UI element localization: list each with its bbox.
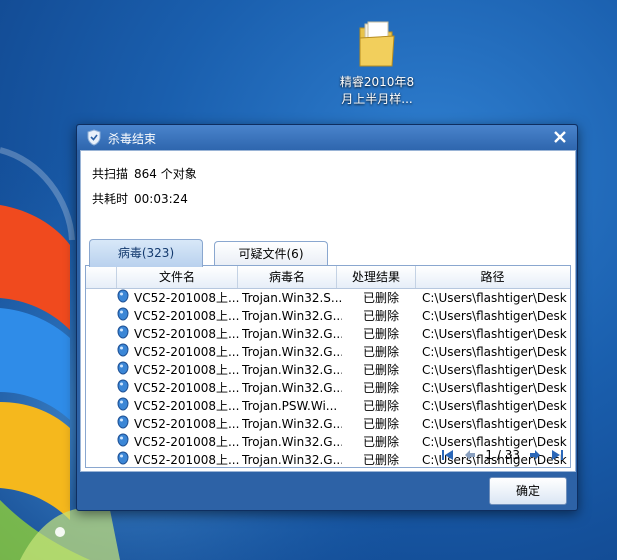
cell-virus-name: Trojan.Win32.G... xyxy=(242,309,342,323)
virus-file-icon xyxy=(117,289,131,307)
cell-result: 已删除 xyxy=(362,453,399,467)
cell-path: C:\Users\flashtiger\Desk... xyxy=(422,345,568,359)
desktop-folder[interactable]: 精睿2010年8 月上半月样... xyxy=(332,20,422,108)
time-value: 00:03:24 xyxy=(134,192,188,206)
cell-file-name: VC52-201008上... xyxy=(134,291,239,305)
header-file-name[interactable]: 文件名 xyxy=(117,266,238,288)
folder-label-line2: 月上半月样... xyxy=(341,92,413,106)
cell-result: 已删除 xyxy=(362,309,399,323)
pager: 1 / 33 xyxy=(441,446,564,464)
virus-file-icon xyxy=(117,361,131,379)
cell-path: C:\Users\flashtiger\Desk... xyxy=(422,309,568,323)
virus-file-icon xyxy=(117,325,131,343)
cell-file-name: VC52-201008上... xyxy=(134,399,239,413)
table-row[interactable]: VC52-201008上... Trojan.Win32.G... 已删除 C:\Us… xyxy=(86,379,570,397)
cell-file-name: VC52-201008上... xyxy=(134,453,239,467)
next-page-icon[interactable] xyxy=(528,449,542,461)
cell-virus-name: Trojan.Win32.G... xyxy=(242,381,342,395)
dialog-content: 共扫描 864 个对象 共耗时 00:03:24 病毒(323) 可疑文件(6) 文… xyxy=(80,150,576,472)
header-result[interactable]: 处理结果 xyxy=(337,266,416,288)
table-row[interactable]: VC52-201008上... Trojan.Win32.S... 已删除 C:\Us… xyxy=(86,289,570,307)
cell-virus-name: Trojan.Win32.G... xyxy=(242,453,342,467)
scan-label: 共扫描 xyxy=(92,167,129,181)
cell-virus-name: Trojan.Win32.G... xyxy=(242,417,342,431)
cell-path: C:\Users\flashtiger\Desk... xyxy=(422,399,568,413)
header-spacer xyxy=(86,266,117,288)
close-icon[interactable] xyxy=(551,128,569,146)
virus-file-icon xyxy=(117,415,131,433)
tab-suspicious[interactable]: 可疑文件(6) xyxy=(214,241,328,266)
shield-icon xyxy=(87,129,101,146)
results-panel: 文件名 病毒名 处理结果 路径 VC52-201008上... Trojan.Wi… xyxy=(85,265,571,468)
virus-file-icon xyxy=(117,451,131,469)
header-virus-name[interactable]: 病毒名 xyxy=(238,266,337,288)
tab-virus[interactable]: 病毒(323) xyxy=(89,239,203,267)
cell-result: 已删除 xyxy=(362,399,399,413)
cell-virus-name: Trojan.PSW.Wi... xyxy=(242,399,338,413)
cell-result: 已删除 xyxy=(362,345,399,359)
cell-result: 已删除 xyxy=(362,435,399,449)
cell-file-name: VC52-201008上... xyxy=(134,363,239,377)
prev-page-icon[interactable] xyxy=(463,449,477,461)
header-path[interactable]: 路径 xyxy=(416,266,569,288)
cell-virus-name: Trojan.Win32.G... xyxy=(242,345,342,359)
cell-file-name: VC52-201008上... xyxy=(134,417,239,431)
cell-result: 已删除 xyxy=(362,381,399,395)
results-header: 文件名 病毒名 处理结果 路径 xyxy=(86,266,570,289)
scan-count-line: 共扫描 864 个对象 xyxy=(92,165,197,182)
scan-time-line: 共耗时 00:03:24 xyxy=(92,190,188,207)
cell-result: 已删除 xyxy=(362,327,399,341)
table-row[interactable]: VC52-201008上... Trojan.Win32.G... 已删除 C:\Us… xyxy=(86,415,570,433)
time-label: 共耗时 xyxy=(92,192,129,206)
cell-path: C:\Users\flashtiger\Desk... xyxy=(422,381,568,395)
dialog-title: 杀毒结束 xyxy=(108,132,157,146)
table-row[interactable]: VC52-201008上... Trojan.PSW.Wi... 已删除 C:\Use… xyxy=(86,397,570,415)
virus-file-icon xyxy=(117,307,131,325)
page-indicator: 1 / 33 xyxy=(485,448,520,462)
cell-file-name: VC52-201008上... xyxy=(134,327,239,341)
cell-virus-name: Trojan.Win32.S... xyxy=(242,291,342,305)
table-row[interactable]: VC52-201008上... Trojan.Win32.G... 已删除 C:\Us… xyxy=(86,343,570,361)
first-page-icon[interactable] xyxy=(441,449,455,461)
virus-file-icon xyxy=(117,433,131,451)
virus-file-icon xyxy=(117,343,131,361)
ok-button[interactable]: 确定 xyxy=(489,477,567,505)
cell-file-name: VC52-201008上... xyxy=(134,435,239,449)
cell-result: 已删除 xyxy=(362,417,399,431)
cell-path: C:\Users\flashtiger\Desk... xyxy=(422,291,568,305)
cell-file-name: VC52-201008上... xyxy=(134,345,239,359)
scan-value: 864 个对象 xyxy=(134,167,197,181)
cell-virus-name: Trojan.Win32.G... xyxy=(242,327,342,341)
virus-file-icon xyxy=(117,379,131,397)
table-row[interactable]: VC52-201008上... Trojan.Win32.G... 已删除 C:\Us… xyxy=(86,325,570,343)
cell-result: 已删除 xyxy=(362,363,399,377)
cell-file-name: VC52-201008上... xyxy=(134,309,239,323)
cell-virus-name: Trojan.Win32.G... xyxy=(242,363,342,377)
cell-result: 已删除 xyxy=(362,291,399,305)
cell-path: C:\Users\flashtiger\Desk... xyxy=(422,363,568,377)
virus-file-icon xyxy=(117,397,131,415)
cell-file-name: VC52-201008上... xyxy=(134,381,239,395)
scan-result-dialog: 杀毒结束 共扫描 864 个对象 共耗时 00:03:24 病毒(323) 可疑文件… xyxy=(76,124,578,511)
cell-path: C:\Users\flashtiger\Desk... xyxy=(422,327,568,341)
cell-path: C:\Users\flashtiger\Desk... xyxy=(422,417,568,431)
folder-label-line1: 精睿2010年8 xyxy=(339,75,415,89)
table-row[interactable]: VC52-201008上... Trojan.Win32.G... 已删除 C:\Us… xyxy=(86,361,570,379)
dialog-titlebar[interactable]: 杀毒结束 xyxy=(77,125,577,150)
table-row[interactable]: VC52-201008上... Trojan.Win32.G... 已删除 C:\Us… xyxy=(86,307,570,325)
folder-icon xyxy=(359,21,395,67)
last-page-icon[interactable] xyxy=(550,449,564,461)
cell-virus-name: Trojan.Win32.G... xyxy=(242,435,342,449)
results-rows: VC52-201008上... Trojan.Win32.S... 已删除 C:\Us… xyxy=(86,289,570,469)
